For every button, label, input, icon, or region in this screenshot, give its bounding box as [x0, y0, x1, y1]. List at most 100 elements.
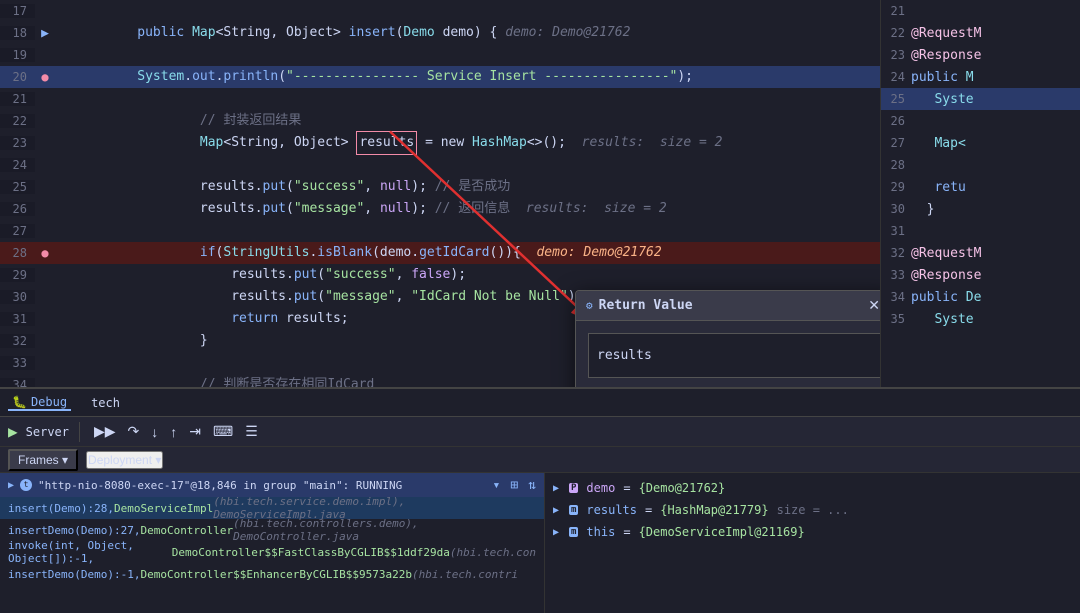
right-line-31: 31 [881, 220, 1080, 242]
editor-area: 17 18 ▶ public Map<String, Object> inser… [0, 0, 1080, 387]
code-line-20: 20 ● System.out.println("---------------… [0, 66, 880, 88]
line-icon-18: ▶ [35, 26, 55, 41]
stack-class-0: DemoServiceImpl [114, 502, 213, 515]
line-num-24: 24 [0, 158, 35, 172]
line-num-25: 25 [0, 180, 35, 194]
tech-tab[interactable]: tech [87, 396, 124, 410]
stack-file-3: (hbi.tech.contri [412, 568, 518, 581]
step-over-button[interactable]: ↷ [124, 421, 144, 442]
right-line-35: 35 Syste [881, 308, 1080, 330]
call-stack-panel: ▶ t "http-nio-8080-exec-17"@18,846 in gr… [0, 473, 545, 613]
thread-label: "http-nio-8080-exec-17"@18,846 in group … [38, 479, 402, 492]
debug-toolbar: ▶ Server ▶▶ ↷ ↓ ↑ ⇥ ⌨ ☰ [0, 417, 1080, 447]
line-num-28: 28 [0, 246, 35, 260]
line-icon-20: ● [35, 70, 55, 84]
line-num-32: 32 [0, 334, 35, 348]
stack-item-2[interactable]: invoke(int, Object, Object[]):-1, DemoCo… [0, 541, 544, 563]
deployment-dropdown[interactable]: Deployment ▾ [86, 451, 163, 469]
step-into-button[interactable]: ↓ [147, 422, 162, 442]
right-line-21: 21 [881, 0, 1080, 22]
right-line-22: 22 @RequestM [881, 22, 1080, 44]
line-num-18: 18 [0, 26, 35, 40]
dialog-title-bar: ⚙ Return Value ✕ [576, 291, 880, 321]
breakpoint-icon-20: ● [41, 70, 48, 84]
var-value-this: {DemoServiceImpl@21169} [639, 525, 805, 539]
stack-class-1: DemoController [140, 524, 233, 537]
line-num-19: 19 [0, 48, 35, 62]
stack-item-3[interactable]: insertDemo(Demo):-1, DemoController$$Enh… [0, 563, 544, 585]
thread-row[interactable]: ▶ t "http-nio-8080-exec-17"@18,846 in gr… [0, 473, 544, 497]
right-line-30: 30 } [881, 198, 1080, 220]
main-container: 17 18 ▶ public Map<String, Object> inser… [0, 0, 1080, 613]
left-code-panel: 17 18 ▶ public Map<String, Object> inser… [0, 0, 880, 387]
thread-filter-icon: ⊞ [510, 478, 518, 493]
right-line-26: 26 [881, 110, 1080, 132]
var-expand-demo: ▶ [553, 483, 565, 494]
evaluate-button[interactable]: ⌨ [209, 421, 237, 442]
line-num-26: 26 [0, 202, 35, 216]
line-num-34: 34 [0, 378, 35, 387]
line-num-27: 27 [0, 224, 35, 238]
var-type-icon-demo: P [569, 483, 578, 493]
right-line-33: 33 @Response [881, 264, 1080, 286]
variables-panel: ▶ P demo = {Demo@21762} ▶ m results = {H… [545, 473, 1080, 613]
var-type-icon-this: m [569, 527, 578, 537]
debug-tab-label: Debug [31, 395, 67, 409]
stack-item-1[interactable]: insertDemo(Demo):27, DemoController (hbi… [0, 519, 544, 541]
line-num-20: 20 [0, 70, 35, 84]
var-item-this[interactable]: ▶ m this = {DemoServiceImpl@21169} [545, 521, 1080, 543]
right-line-32: 32 @RequestM [881, 242, 1080, 264]
stack-method-0: insert(Demo):28, [8, 502, 114, 515]
line-num-29: 29 [0, 268, 35, 282]
thread-dropdown-icon: ▾ [493, 478, 501, 493]
code-line-26: 26 results.put("message", null); // 返回信息… [0, 198, 880, 220]
dialog-input[interactable] [588, 333, 880, 378]
dialog-body [576, 321, 880, 387]
code-line-23: 23 Map<String, Object> results = new Has… [0, 132, 880, 154]
var-eq-demo: = [623, 481, 630, 495]
var-expand-this: ▶ [553, 527, 565, 538]
right-line-23: 23 @Response [881, 44, 1080, 66]
var-size-results: size = ... [777, 503, 849, 517]
resume-button[interactable]: ▶▶ [90, 421, 120, 442]
stack-item-0[interactable]: insert(Demo):28, DemoServiceImpl (hbi.te… [0, 497, 544, 519]
stack-class-2: DemoController$$FastClassByCGLIB$$1ddf29… [172, 546, 450, 559]
more-button[interactable]: ☰ [241, 421, 262, 442]
stack-file-1: (hbi.tech.controllers.demo), DemoControl… [233, 517, 536, 543]
stack-class-3: DemoController$$EnhancerByCGLIB$$9573a22… [140, 568, 412, 581]
line-icon-28: ● [35, 246, 55, 260]
var-expand-results: ▶ [553, 505, 565, 516]
var-item-demo[interactable]: ▶ P demo = {Demo@21762} [545, 477, 1080, 499]
right-line-27: 27 Map< [881, 132, 1080, 154]
line-num-31: 31 [0, 312, 35, 326]
line-num-22: 22 [0, 114, 35, 128]
dialog-close-button[interactable]: ✕ [864, 297, 880, 314]
code-line-18: 18 ▶ public Map<String, Object> insert(D… [0, 22, 880, 44]
debug-tab[interactable]: 🐛 Debug [8, 395, 71, 411]
var-name-this: this [586, 525, 615, 539]
dialog-icon: ⚙ [586, 299, 593, 312]
frames-dropdown[interactable]: Frames ▾ [8, 449, 78, 471]
debug-frames-bar: Frames ▾ Deployment ▾ [0, 447, 1080, 473]
right-line-34: 34 public De [881, 286, 1080, 308]
right-line-24: 24 public M [881, 66, 1080, 88]
var-eq-this: = [623, 525, 630, 539]
thread-run-icon: ▶ [8, 480, 14, 491]
stack-method-1: insertDemo(Demo):27, [8, 524, 140, 537]
line-num-30: 30 [0, 290, 35, 304]
return-value-dialog: ⚙ Return Value ✕ ? OK Cancel [575, 290, 880, 387]
line-num-33: 33 [0, 356, 35, 370]
run-to-cursor-button[interactable]: ⇥ [185, 421, 205, 442]
step-out-button[interactable]: ↑ [166, 422, 181, 442]
thread-icon: t [20, 479, 32, 491]
breakpoint-icon-28: ● [41, 246, 48, 260]
right-code-panel: 21 22 @RequestM 23 @Response 24 public M… [880, 0, 1080, 387]
var-type-icon-results: m [569, 505, 578, 515]
var-item-results[interactable]: ▶ m results = {HashMap@21779} size = ... [545, 499, 1080, 521]
var-eq-results: = [645, 503, 652, 517]
right-line-25: 25 Syste [881, 88, 1080, 110]
stack-method-3: insertDemo(Demo):-1, [8, 568, 140, 581]
right-line-29: 29 retu [881, 176, 1080, 198]
var-value-demo: {Demo@21762} [639, 481, 726, 495]
current-line-arrow: ▶ [41, 26, 49, 41]
